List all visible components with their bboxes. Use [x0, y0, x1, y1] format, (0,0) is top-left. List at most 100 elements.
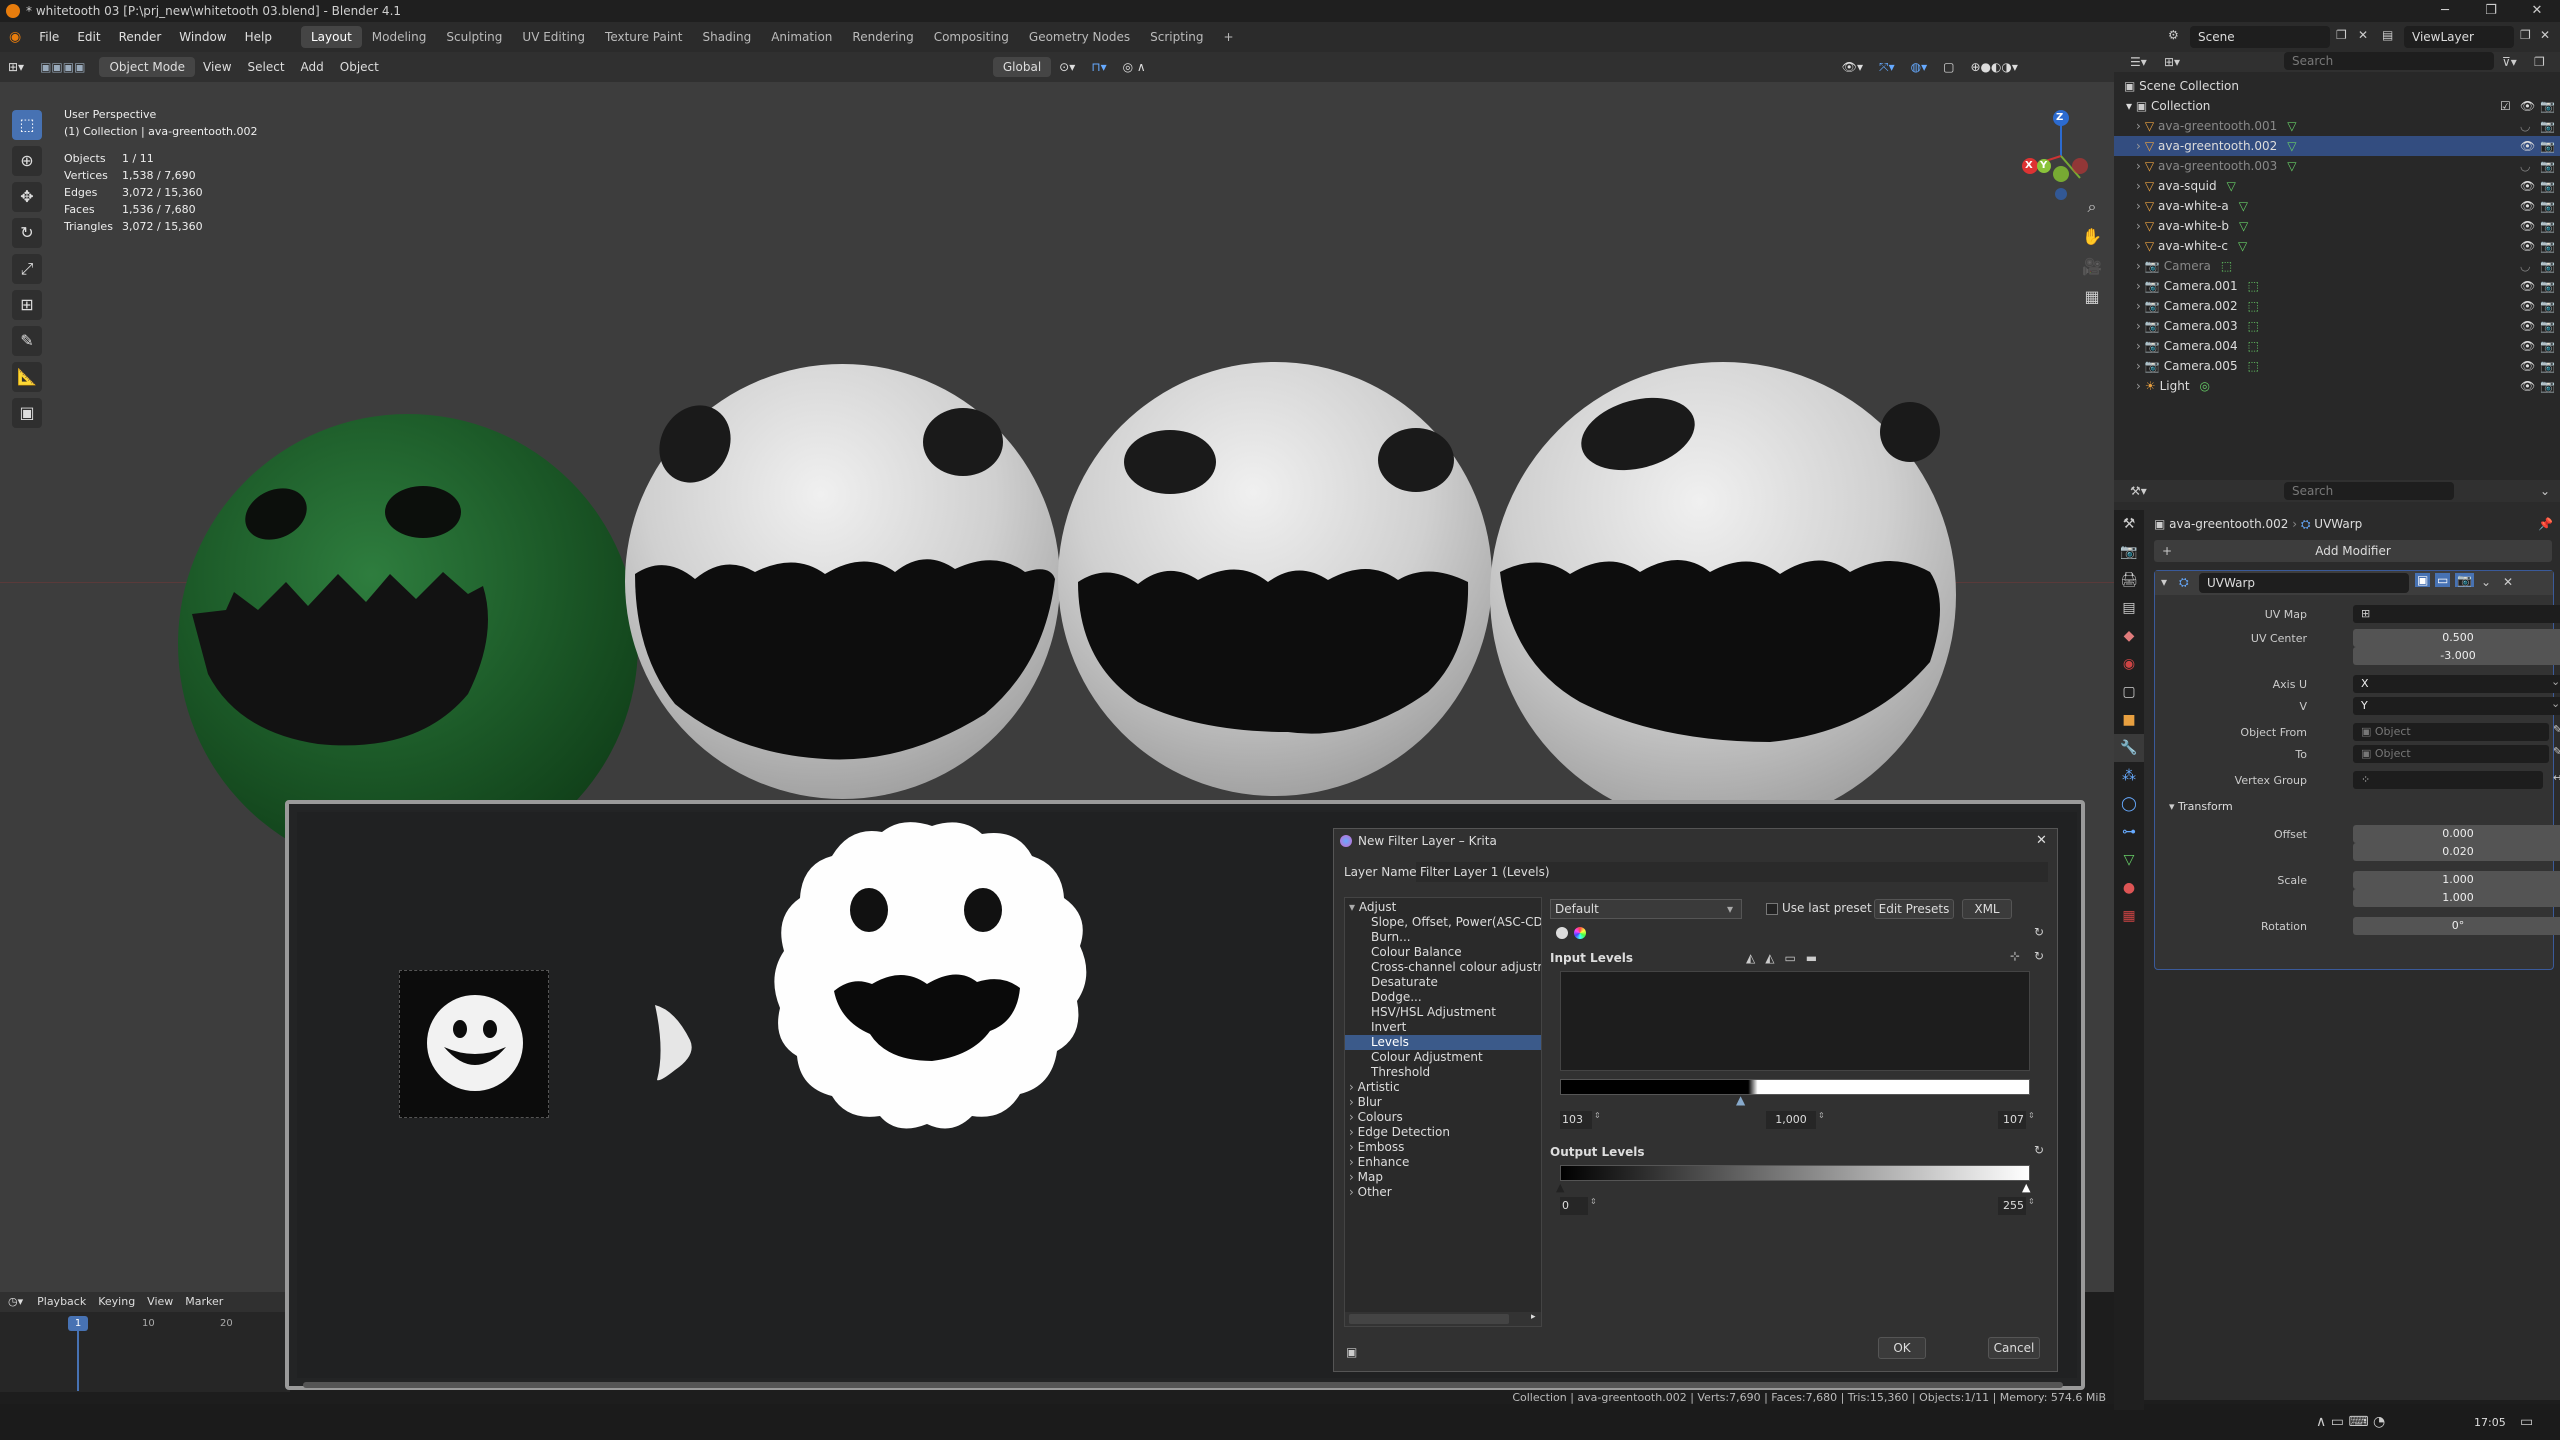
timeline-menu-keying[interactable]: Keying [92, 1292, 141, 1312]
outliner-item-row[interactable]: › ▽ ava-greentooth.003 ▽ ◡ 📷 [2114, 156, 2560, 176]
mesh-data-icon[interactable]: ▽ [2287, 119, 2296, 133]
data-tab-icon[interactable]: ▽ [2114, 846, 2144, 874]
scale-tool-icon[interactable]: ⤢ [12, 254, 42, 284]
expand-arrow-icon[interactable]: › [1349, 1185, 1358, 1199]
tab-scripting[interactable]: Scripting [1140, 26, 1213, 48]
expand-arrow-icon[interactable]: › [2136, 359, 2141, 373]
modifier-name-field[interactable]: UVWarp [2199, 573, 2409, 593]
uv-center-y-field[interactable]: -3.000 [2353, 647, 2560, 665]
uv-map-field[interactable]: ⊞ [2353, 605, 2560, 623]
axis-v-dropdown[interactable]: Y [2353, 697, 2560, 715]
expand-arrow-icon[interactable]: › [2136, 119, 2141, 133]
tab-compositing[interactable]: Compositing [924, 26, 1019, 48]
filter-item[interactable]: Burn... [1345, 930, 1541, 945]
output-black-field[interactable]: 0 [1560, 1197, 1588, 1215]
vertex-group-field[interactable]: ⁘ [2353, 771, 2543, 789]
output-levels-gradient[interactable] [1560, 1165, 2030, 1181]
snap-icon[interactable]: ⊓▾ [1083, 57, 1114, 77]
measure-tool-icon[interactable]: 📐 [12, 362, 42, 392]
texture-tab-icon[interactable]: ▦ [2114, 902, 2144, 930]
layer-name-input[interactable]: Filter Layer 1 (Levels) [1416, 862, 2048, 882]
visibility-eye-icon[interactable]: 👁 [2520, 96, 2535, 116]
expand-arrow-icon[interactable]: › [1349, 1110, 1358, 1124]
tab-modeling[interactable]: Modeling [362, 26, 437, 48]
object-to-field[interactable]: ▣ Object [2353, 745, 2549, 763]
outliner-item-row[interactable]: › ▽ ava-squid ▽ 👁 📷 [2114, 176, 2560, 196]
properties-options-icon[interactable]: ⌄ [2540, 484, 2550, 498]
view-layer-field[interactable]: ViewLayer [2404, 26, 2514, 48]
camera-render-icon[interactable]: 📷 [2540, 376, 2555, 396]
camera-render-icon[interactable]: 📷 [2540, 256, 2555, 276]
filter-category[interactable]: ▾ Adjust [1345, 900, 1541, 915]
rotation-field[interactable]: 0° [2353, 917, 2560, 935]
xray-icon[interactable]: ▢ [1935, 57, 1962, 77]
collection-row[interactable]: ▾ ▣ Collection ☑ 👁 📷 [2114, 96, 2560, 116]
visibility-eye-icon[interactable]: 👁 [2520, 216, 2535, 236]
expand-arrow-icon[interactable]: › [1349, 1140, 1358, 1154]
expand-arrow-icon[interactable]: › [1349, 1080, 1358, 1094]
menu-view[interactable]: View [195, 57, 239, 77]
expand-arrow-icon[interactable]: › [2136, 179, 2141, 193]
menu-window[interactable]: Window [170, 30, 235, 44]
spin-icon[interactable]: ⇕ [1590, 1197, 1597, 1206]
filter-category[interactable]: › Emboss [1345, 1140, 1541, 1155]
expand-arrow-icon[interactable]: › [2136, 139, 2141, 153]
hidden-eye-icon[interactable]: ◡ [2520, 156, 2530, 176]
zoom-icon[interactable]: ⌕ [2080, 192, 2104, 222]
expand-arrow-icon[interactable]: › [2136, 379, 2141, 393]
delete-view-layer-icon[interactable]: ✕ [2540, 29, 2550, 41]
spin-icon[interactable]: ⇕ [2028, 1197, 2035, 1206]
eyedropper-icon[interactable]: ✎ [2553, 723, 2560, 736]
mesh-data-icon[interactable]: ▽ [2287, 159, 2296, 173]
collection-tab-icon[interactable]: ▢ [2114, 678, 2144, 706]
delete-scene-icon[interactable]: ✕ [2358, 29, 2368, 41]
visibility-eye-icon[interactable]: 👁 [2520, 376, 2535, 396]
timeline-editor-icon[interactable]: ◷▾ [0, 1292, 31, 1312]
camera-render-icon[interactable]: 📷 [2540, 116, 2555, 136]
particles-tab-icon[interactable]: ⁂ [2114, 762, 2144, 790]
tray-icons[interactable]: ∧ ▭ ⌨ ◔ [2316, 1414, 2385, 1430]
output-white-field[interactable]: 255 [1998, 1197, 2026, 1215]
scale-x-field[interactable]: 1.000 [2353, 871, 2560, 889]
tab-animation[interactable]: Animation [761, 26, 842, 48]
outliner-item-row[interactable]: › ▽ ava-greentooth.002 ▽ 👁 📷 [2114, 136, 2560, 156]
offset-x-field[interactable]: 0.000 [2353, 825, 2560, 843]
outliner-item-row[interactable]: › 📷 Camera ⬚ ◡ 📷 [2114, 256, 2560, 276]
spin-icon[interactable]: ⇕ [2028, 1111, 2035, 1120]
move-tool-icon[interactable]: ✥ [12, 182, 42, 212]
visibility-eye-icon[interactable]: 👁 [2520, 356, 2535, 376]
expand-arrow-icon[interactable]: › [1349, 1125, 1358, 1139]
hidden-eye-icon[interactable]: ◡ [2520, 116, 2530, 136]
expand-arrow-icon[interactable]: ▾ [1349, 900, 1359, 914]
offset-y-field[interactable]: 0.020 [2353, 843, 2560, 861]
new-scene-icon[interactable]: ❐ [2336, 29, 2347, 41]
select-mode-icons[interactable]: ▣▣▣▣ [32, 57, 93, 77]
maximize-button[interactable]: ❐ [2468, 0, 2514, 22]
physics-tab-icon[interactable]: ◯ [2114, 790, 2144, 818]
scene-name-field[interactable]: Scene [2190, 26, 2330, 48]
cancel-button[interactable]: Cancel [1988, 1337, 2040, 1359]
outliner-item-row[interactable]: › ▽ ava-white-b ▽ 👁 📷 [2114, 216, 2560, 236]
edit-presets-button[interactable]: Edit Presets [1874, 899, 1954, 919]
outliner-item-row[interactable]: › 📷 Camera.002 ⬚ 👁 📷 [2114, 296, 2560, 316]
add-cube-tool-icon[interactable]: ▣ [12, 398, 42, 428]
proportional-edit-icon[interactable]: ◎ ∧ [1115, 57, 1154, 77]
filter-item[interactable]: Dodge... [1345, 990, 1541, 1005]
editor-type-icon[interactable]: ⊞▾ [0, 57, 32, 77]
timeline-menu-playback[interactable]: Playback [31, 1292, 92, 1312]
filter-item[interactable]: Levels [1345, 1035, 1541, 1050]
visibility-eye-icon[interactable]: 👁 [2520, 236, 2535, 256]
mesh-data-icon[interactable]: ▽ [2239, 219, 2248, 233]
preset-dropdown[interactable]: Default ▾ [1550, 899, 1742, 919]
filter-category[interactable]: › Edge Detection [1345, 1125, 1541, 1140]
tab-layout[interactable]: Layout [300, 26, 362, 48]
camera-view-icon[interactable]: 🎥 [2080, 252, 2104, 282]
menu-object[interactable]: Object [332, 57, 387, 77]
object-from-field[interactable]: ▣ Object [2353, 723, 2549, 741]
select-box-tool-icon[interactable]: ⬚ [12, 110, 42, 140]
pan-hand-icon[interactable]: ✋ [2080, 222, 2104, 252]
eyedropper-icon[interactable]: ✎ [2553, 745, 2560, 758]
uv-center-x-field[interactable]: 0.500 [2353, 629, 2560, 647]
input-gamma-field[interactable]: 1,000 [1766, 1111, 1816, 1129]
add-workspace-icon[interactable]: + [1214, 26, 1244, 48]
